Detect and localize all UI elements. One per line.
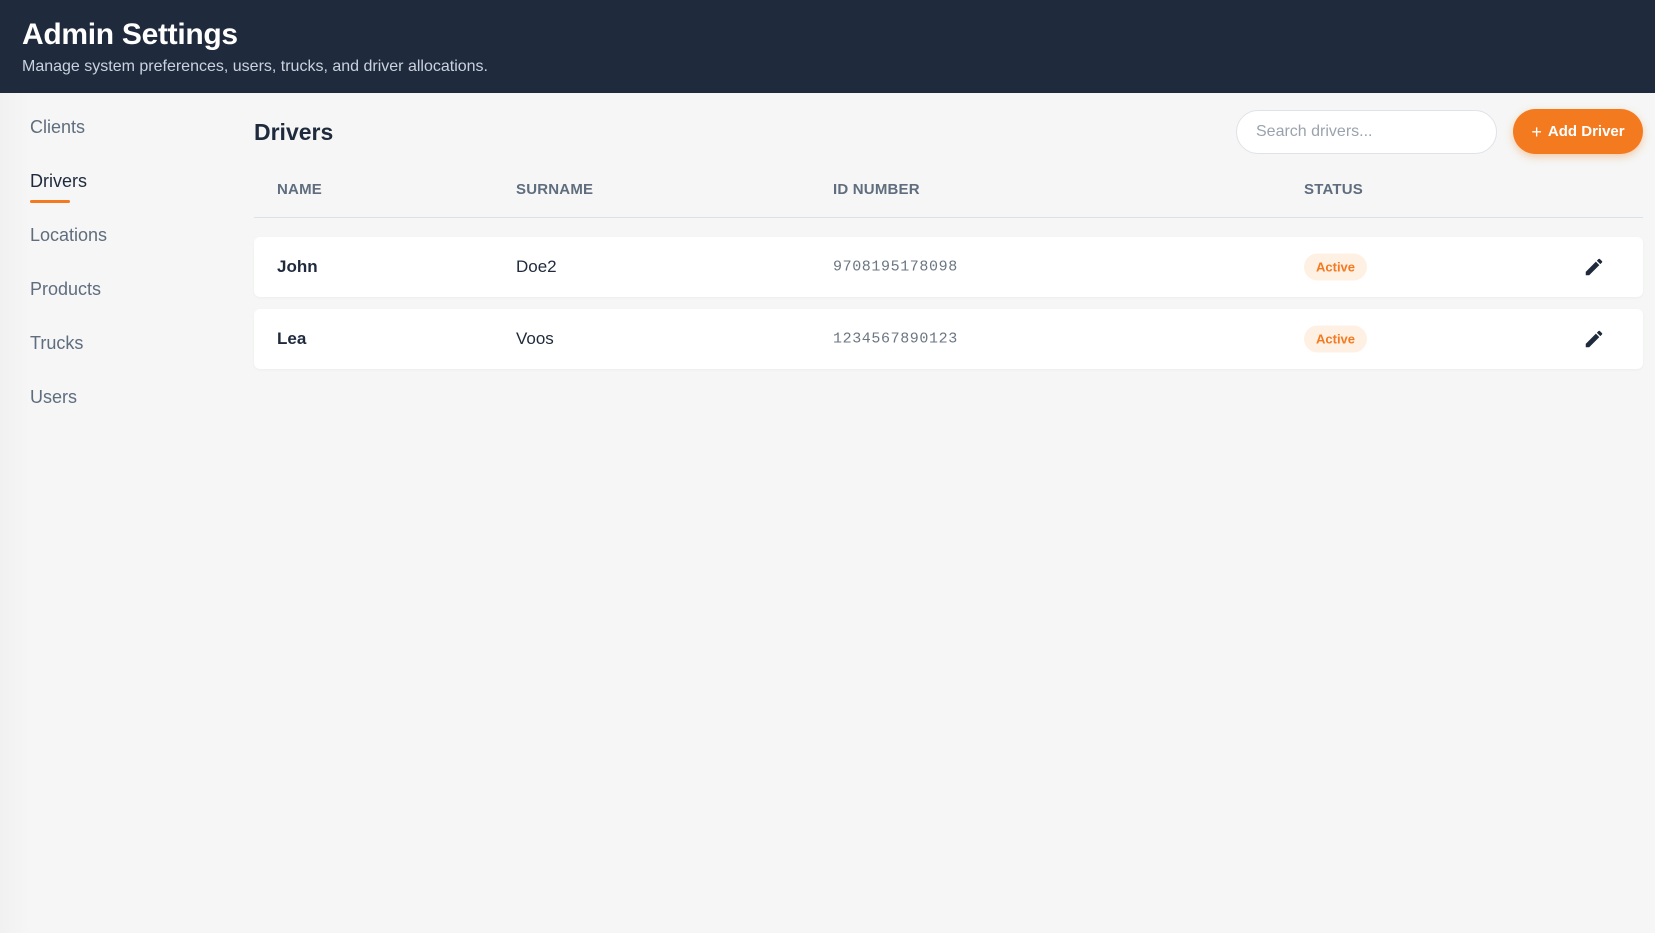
status-badge: Active: [1304, 325, 1368, 353]
add-driver-button[interactable]: + Add Driver: [1513, 109, 1643, 154]
page-header: Admin Settings Manage system preferences…: [0, 0, 1655, 93]
sidebar-item-drivers[interactable]: Drivers: [30, 171, 87, 203]
table-header: NAME SURNAME ID NUMBER STATUS: [254, 181, 1643, 218]
sidebar-item-clients[interactable]: Clients: [30, 117, 85, 138]
sidebar-item-products[interactable]: Products: [30, 279, 101, 300]
column-header-surname[interactable]: SURNAME: [516, 181, 593, 198]
driver-id-number: 1234567890123: [833, 330, 958, 348]
add-driver-label: Add Driver: [1547, 123, 1625, 140]
status-badge: Active: [1304, 253, 1368, 281]
driver-name: John: [277, 257, 318, 276]
column-header-id-number[interactable]: ID NUMBER: [833, 181, 920, 198]
section-title: Drivers: [254, 119, 334, 145]
drivers-panel: Drivers + Add Driver NAME SURNAME ID NUM…: [254, 93, 1643, 933]
driver-surname: Voos: [516, 329, 554, 348]
driver-name: Lea: [277, 329, 307, 348]
search-drivers-input[interactable]: [1236, 110, 1497, 154]
sidebar-item-label: Drivers: [30, 171, 87, 191]
table-row[interactable]: John Doe2 9708195178098 Active: [254, 237, 1643, 297]
sidebar-item-trucks[interactable]: Trucks: [30, 333, 83, 354]
column-header-status[interactable]: STATUS: [1304, 181, 1363, 198]
active-tab-indicator: [30, 200, 70, 203]
settings-sidebar: Clients Drivers Locations Products Truck…: [0, 93, 230, 933]
column-header-name[interactable]: NAME: [277, 181, 322, 198]
driver-surname: Doe2: [516, 257, 557, 276]
sidebar-item-locations[interactable]: Locations: [30, 225, 107, 246]
driver-id-number: 9708195178098: [833, 258, 958, 276]
table-row[interactable]: Lea Voos 1234567890123 Active: [254, 309, 1643, 369]
page-header-title: Admin Settings: [22, 18, 238, 51]
pencil-icon[interactable]: [1583, 328, 1605, 350]
sidebar-item-users[interactable]: Users: [30, 387, 77, 408]
pencil-icon[interactable]: [1583, 256, 1605, 278]
plus-icon: +: [1531, 121, 1542, 142]
page-header-subtitle: Manage system preferences, users, trucks…: [22, 58, 488, 75]
